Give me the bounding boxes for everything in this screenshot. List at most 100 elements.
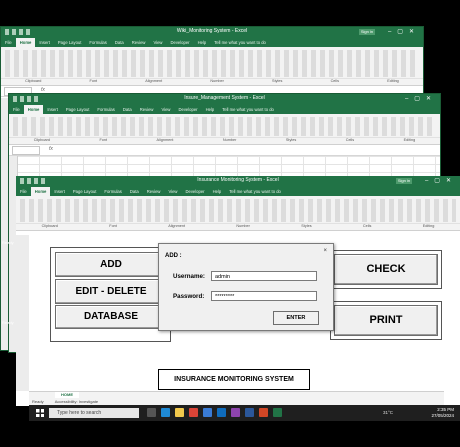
tab-review[interactable]: Review xyxy=(143,187,165,196)
tab-data[interactable]: Data xyxy=(111,38,128,47)
tab-review[interactable]: Review xyxy=(136,105,158,114)
weather-widget[interactable]: 31°C xyxy=(383,410,393,415)
tab-view[interactable]: View xyxy=(157,105,174,114)
ribbon-tools[interactable] xyxy=(5,50,419,77)
window-controls[interactable]: –▢✕ xyxy=(425,177,457,184)
formula-bar[interactable]: fx xyxy=(9,145,440,156)
group-styles: Styles xyxy=(301,224,312,228)
group-font: Font xyxy=(99,138,108,142)
group-editing: Editing xyxy=(403,138,416,142)
tab-home[interactable]: Home xyxy=(23,105,44,114)
task-view-icon[interactable] xyxy=(147,408,156,417)
ribbon: Clipboard Font Alignment Number Styles C… xyxy=(1,47,423,86)
tell-me-search[interactable]: Tell me what you want to do xyxy=(210,38,270,47)
ribbon-tabs: File Home Insert Page Layout Formulas Data Rev… xyxy=(16,187,460,196)
tell-me-search[interactable]: Tell me what you want to do xyxy=(225,187,285,196)
window-title: Insure_Management System - Excel xyxy=(184,95,265,101)
tab-file[interactable]: File xyxy=(1,38,16,47)
tab-review[interactable]: Review xyxy=(128,38,150,47)
enter-button[interactable]: ENTER xyxy=(273,311,319,325)
sign-in-button[interactable]: Sign in xyxy=(359,29,375,35)
tab-page-layout[interactable]: Page Layout xyxy=(62,105,94,114)
tab-view[interactable]: View xyxy=(149,38,166,47)
tab-file[interactable]: File xyxy=(16,187,31,196)
status-ready: Ready xyxy=(32,399,44,404)
dialog-title: ADD : xyxy=(165,253,182,259)
group-styles: Styles xyxy=(272,79,283,83)
tab-developer[interactable]: Developer xyxy=(166,38,193,47)
accessibility-status[interactable]: Accessibility: Investigate xyxy=(55,399,98,404)
tab-data[interactable]: Data xyxy=(126,187,143,196)
password-field[interactable]: ********* xyxy=(211,291,317,301)
tab-home[interactable]: Home xyxy=(15,38,36,47)
ribbon-group-labels: Clipboard Font Alignment Number Styles C… xyxy=(1,78,423,85)
group-font: Font xyxy=(89,79,98,83)
excel-icon[interactable] xyxy=(273,408,282,417)
ribbon-tools[interactable] xyxy=(13,117,436,136)
tab-formulas[interactable]: Formulas xyxy=(100,187,125,196)
side-ready-label-2: Ready xyxy=(2,320,14,325)
ribbon-tools[interactable] xyxy=(20,199,456,222)
group-alignment: Alignment xyxy=(145,79,163,83)
windows-start-icon[interactable] xyxy=(36,409,44,417)
word-icon[interactable] xyxy=(245,408,254,417)
tab-formulas[interactable]: Formulas xyxy=(85,38,110,47)
username-field[interactable]: admin xyxy=(211,271,317,281)
clock-date: 27/05/2024 xyxy=(431,413,454,418)
photos-icon[interactable] xyxy=(231,408,240,417)
title-bar: Wiki_Monitoring System - Excel Sign in –… xyxy=(1,27,423,38)
close-icon[interactable]: × xyxy=(323,248,327,254)
add-login-dialog[interactable]: × ADD : Username: admin Password: ******… xyxy=(158,243,334,331)
tab-page-layout[interactable]: Page Layout xyxy=(69,187,101,196)
tab-help[interactable]: Help xyxy=(194,38,211,47)
group-clipboard: Clipboard xyxy=(33,138,50,142)
group-number: Number xyxy=(236,224,250,228)
system-clock[interactable]: 2:35 PM 27/05/2024 xyxy=(431,407,454,419)
title-bar: Insurance Monitoring System - Excel Sign… xyxy=(16,176,460,187)
sign-in-button[interactable]: Sign in xyxy=(396,178,412,184)
tell-me-search[interactable]: Tell me what you want to do xyxy=(218,105,278,114)
group-cells: Cells xyxy=(345,138,355,142)
print-button[interactable]: PRINT xyxy=(334,305,438,336)
group-cells: Cells xyxy=(362,224,372,228)
tab-file[interactable]: File xyxy=(9,105,24,114)
check-button[interactable]: CHECK xyxy=(334,254,438,285)
tab-view[interactable]: View xyxy=(164,187,181,196)
name-box[interactable] xyxy=(12,146,40,155)
window-controls[interactable]: –▢✕ xyxy=(388,28,420,35)
mail-icon[interactable] xyxy=(217,408,226,417)
ribbon: Clipboard Font Alignment Number Styles C… xyxy=(9,114,440,145)
group-number: Number xyxy=(210,79,224,83)
tab-insert[interactable]: Insert xyxy=(50,187,68,196)
tab-insert[interactable]: Insert xyxy=(35,38,53,47)
powerpoint-icon[interactable] xyxy=(259,408,268,417)
group-alignment: Alignment xyxy=(156,138,174,142)
taskbar-search-input[interactable]: Type here to search xyxy=(49,408,139,418)
window-controls[interactable]: –▢✕ xyxy=(405,95,437,102)
tab-formulas[interactable]: Formulas xyxy=(93,105,118,114)
ribbon-tabs: File Home Insert Page Layout Formulas Data Rev… xyxy=(9,105,440,114)
tab-data[interactable]: Data xyxy=(119,105,136,114)
chrome-icon[interactable] xyxy=(189,408,198,417)
edit-delete-button[interactable]: EDIT - DELETE xyxy=(55,279,167,304)
password-label: Password: xyxy=(173,293,205,300)
tab-help[interactable]: Help xyxy=(209,187,226,196)
add-button[interactable]: ADD xyxy=(55,252,167,277)
group-clipboard: Clipboard xyxy=(25,79,42,83)
tab-developer[interactable]: Developer xyxy=(174,105,201,114)
group-styles: Styles xyxy=(285,138,297,142)
fx-icon: fx xyxy=(49,146,53,152)
edge-icon[interactable] xyxy=(161,408,170,417)
group-editing: Editing xyxy=(422,224,435,228)
tab-developer[interactable]: Developer xyxy=(181,187,208,196)
tab-help[interactable]: Help xyxy=(202,105,219,114)
database-button[interactable]: DATABASE xyxy=(55,305,167,329)
username-label: Username: xyxy=(173,273,205,280)
tab-page-layout[interactable]: Page Layout xyxy=(54,38,86,47)
ribbon: Clipboard Font Alignment Number Styles C… xyxy=(16,196,460,231)
store-icon[interactable] xyxy=(203,408,212,417)
tab-home[interactable]: Home xyxy=(30,187,51,196)
tab-insert[interactable]: Insert xyxy=(43,105,61,114)
file-explorer-icon[interactable] xyxy=(175,408,184,417)
title-bar: Insure_Management System - Excel –▢✕ xyxy=(9,94,440,105)
